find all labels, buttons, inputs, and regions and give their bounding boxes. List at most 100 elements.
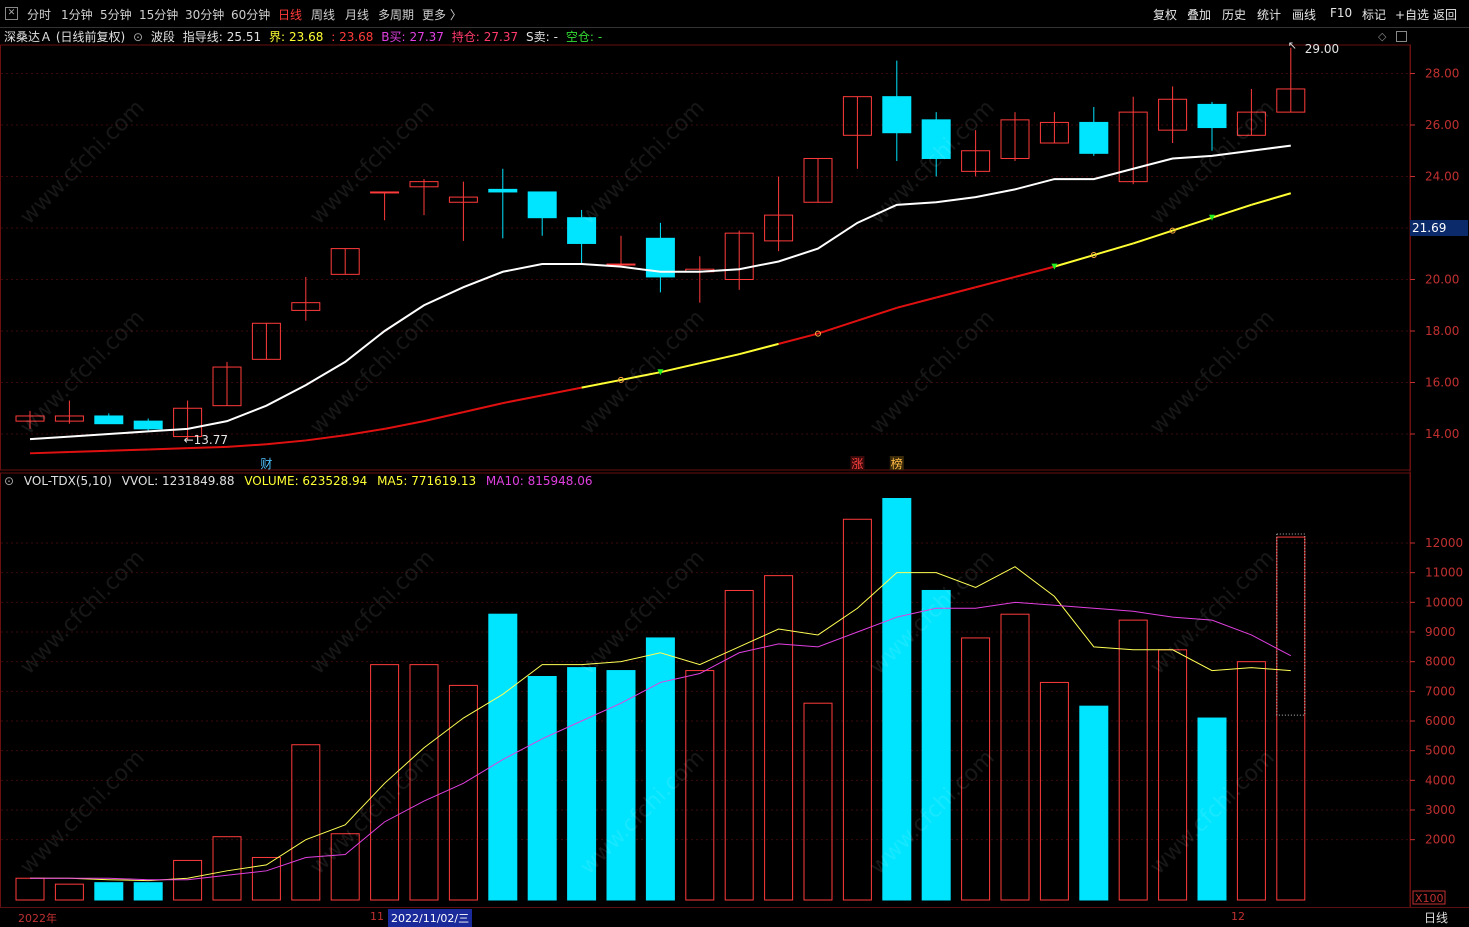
volume-bar[interactable]	[291, 744, 321, 901]
volume-bar[interactable]	[1236, 661, 1266, 901]
band-line-segment	[108, 448, 149, 452]
volume-tick-label: 5000	[1425, 744, 1456, 758]
band-line-segment	[1093, 242, 1134, 256]
high-arrow: ↖	[1288, 39, 1297, 52]
volume-bar[interactable]	[94, 882, 124, 901]
price-tick-label: 14.00	[1425, 427, 1459, 441]
band-line-segment	[69, 449, 109, 454]
band-line-segment	[935, 286, 976, 299]
candle-body[interactable]	[921, 119, 951, 159]
band-line-segment	[1172, 216, 1213, 232]
volume-bar[interactable]	[645, 637, 675, 901]
volume-bar[interactable]	[606, 670, 636, 901]
volume-bar[interactable]	[212, 836, 242, 901]
band-line-segment	[384, 420, 425, 430]
band-line-segment	[345, 427, 385, 437]
band-line-segment	[975, 275, 1016, 289]
candle-body[interactable]	[606, 263, 636, 266]
band-line-segment	[778, 332, 819, 345]
volume-bar[interactable]	[842, 518, 872, 901]
band-line-segment	[896, 296, 937, 309]
band-line-segment	[305, 434, 346, 442]
volume-tick-label: 11000	[1425, 566, 1463, 580]
cursor-date-label: 2022/11/02/三	[388, 909, 473, 927]
volume-tick-label: 6000	[1425, 714, 1456, 728]
volume-tick-label: 8000	[1425, 655, 1456, 669]
candle-body[interactable]	[488, 188, 518, 193]
volume-bar[interactable]	[1000, 613, 1030, 901]
volume-tick-label: 4000	[1425, 773, 1456, 787]
price-tick-label: 24.00	[1425, 170, 1459, 184]
band-line-segment	[1251, 192, 1292, 206]
band-line-segment	[423, 411, 464, 423]
candle-body[interactable]	[1079, 121, 1109, 154]
volume-bar[interactable]	[1276, 536, 1306, 901]
band-line-segment	[857, 306, 898, 322]
band-line-segment	[148, 447, 188, 451]
band-line-segment	[1014, 265, 1055, 278]
volume-bar[interactable]	[330, 833, 360, 901]
cai-marker: 财	[260, 457, 272, 471]
band-line-segment	[817, 319, 858, 335]
price-tick-label: 28.00	[1425, 67, 1459, 81]
volume-bar[interactable]	[133, 882, 163, 901]
volume-tick-label: 12000	[1425, 536, 1463, 550]
candle-body[interactable]	[1197, 103, 1227, 129]
band-line-segment	[542, 386, 582, 397]
volume-bar[interactable]	[488, 613, 518, 901]
band-line-segment	[738, 342, 779, 356]
volume-bar[interactable]	[527, 676, 557, 901]
volume-bar[interactable]	[409, 664, 439, 901]
period-label[interactable]: 日线	[1424, 909, 1448, 926]
band-line-segment	[266, 439, 306, 446]
high-price-label: 29.00	[1305, 42, 1339, 56]
volume-tick-label: 2000	[1425, 833, 1456, 847]
volume-bar[interactable]	[961, 637, 991, 901]
volume-bar[interactable]	[882, 498, 912, 901]
volume-bar[interactable]	[764, 575, 794, 901]
band-line-segment	[1132, 229, 1173, 245]
candle-body[interactable]	[94, 415, 124, 425]
band-line-segment	[699, 353, 740, 365]
price-tick-label: 26.00	[1425, 118, 1459, 132]
volume-bar[interactable]	[1197, 717, 1227, 901]
volume-bar[interactable]	[724, 589, 754, 901]
volume-bar[interactable]	[370, 664, 400, 901]
low-price-label: ←13.77	[184, 433, 228, 447]
candle-body[interactable]	[370, 191, 400, 194]
current-price-tag: 21.69	[1410, 220, 1468, 236]
band-line-segment	[581, 378, 622, 389]
band-line-segment	[502, 394, 543, 405]
month-12-label: 12	[1231, 910, 1245, 923]
bang-marker: 榜	[891, 456, 903, 471]
volume-bar[interactable]	[921, 589, 951, 901]
band-line-segment	[620, 371, 661, 381]
band-line-segment	[1211, 203, 1252, 219]
band-line-segment	[226, 443, 267, 448]
candle-body[interactable]	[527, 191, 557, 219]
volume-bar[interactable]	[1039, 681, 1069, 901]
candle-body[interactable]	[882, 96, 912, 134]
price-tick-label: 20.00	[1425, 273, 1459, 287]
volume-bar[interactable]	[15, 877, 45, 901]
volume-bar[interactable]	[1079, 705, 1109, 901]
volume-bar[interactable]	[803, 702, 833, 901]
band-line-segment	[187, 445, 228, 450]
month-11-label: 11	[370, 910, 384, 923]
date-axis-bar: 2022年 11 2022/11/02/三 12 日线	[0, 907, 1469, 927]
candle-body[interactable]	[133, 420, 163, 430]
volume-bar[interactable]	[251, 856, 281, 901]
volume-unit-label: X100	[1415, 892, 1444, 905]
volume-tick-label: 7000	[1425, 684, 1456, 698]
zhang-marker: 涨	[851, 456, 863, 471]
volume-bar[interactable]	[685, 670, 715, 901]
volume-bar[interactable]	[1158, 649, 1188, 901]
volume-tick-label: 10000	[1425, 595, 1463, 609]
volume-bar[interactable]	[54, 883, 84, 901]
candle-body[interactable]	[567, 217, 597, 244]
volume-bar-projection	[1276, 533, 1306, 716]
kline-chart[interactable]: 14.0016.0018.0020.0022.0024.0026.0028.00…	[0, 0, 1469, 926]
band-line-segment	[660, 362, 701, 374]
volume-bar[interactable]	[567, 667, 597, 901]
volume-tick-label: 3000	[1425, 803, 1456, 817]
